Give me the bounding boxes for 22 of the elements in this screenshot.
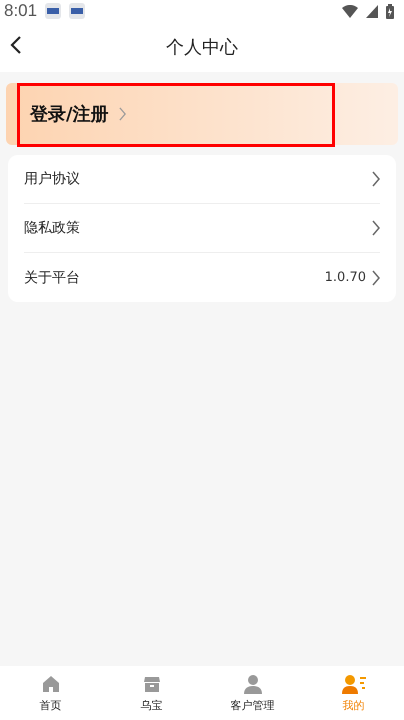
battery-icon [386, 4, 394, 18]
wifi-icon [342, 4, 358, 18]
menu-row[interactable]: 关于平台 1.0.70 [24, 253, 380, 302]
menu-row[interactable]: 隐私政策 [24, 204, 380, 253]
login-button[interactable]: 登录/注册 [6, 83, 398, 145]
menu-row[interactable]: 用户协议 [24, 155, 380, 204]
chevron-icon [372, 220, 380, 236]
notification-icon [69, 3, 86, 19]
house-icon [40, 674, 60, 694]
signal-icon [366, 4, 378, 18]
tab-item[interactable]: 乌宝 [101, 666, 202, 720]
chevron-icon [372, 270, 380, 286]
notification-icon [45, 3, 62, 19]
profile-icon [342, 674, 366, 694]
chevron-icon [372, 171, 380, 187]
back-button[interactable] [8, 34, 24, 56]
tab-item[interactable]: 首页 [0, 666, 101, 720]
chevron-icon [118, 107, 126, 121]
tab-item[interactable]: 客户管理 [202, 666, 303, 720]
page-title: 个人中心 [166, 36, 238, 59]
status-time: 8:01 [4, 1, 38, 21]
person-icon [242, 674, 262, 694]
